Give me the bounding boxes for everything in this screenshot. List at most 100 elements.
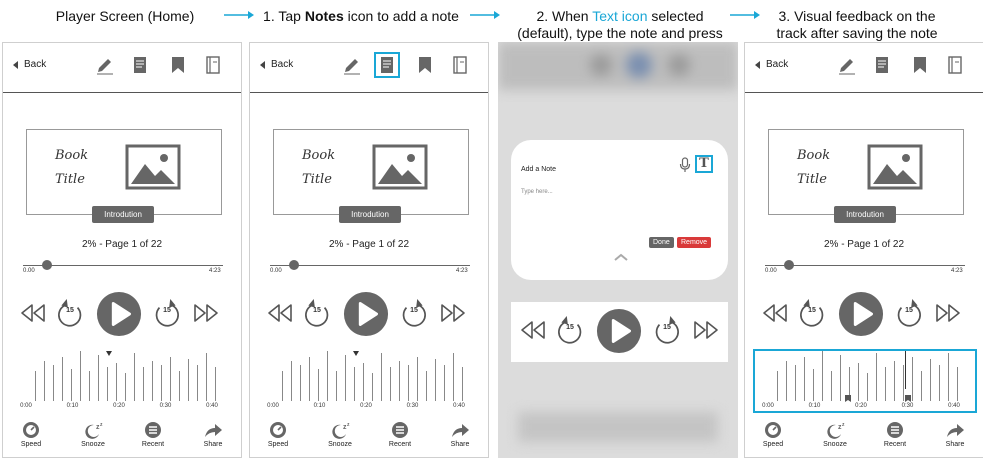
tab-share[interactable]: Share <box>193 421 233 448</box>
rewind-icon[interactable] <box>267 303 293 328</box>
share-icon <box>193 421 233 439</box>
notebook-icon[interactable] <box>203 55 223 75</box>
seek-bar[interactable] <box>23 265 223 266</box>
book-title-line1: Book <box>55 148 89 163</box>
skip-back-15-icon[interactable]: 15 <box>303 299 331 327</box>
timeline-label: 0:30 <box>901 403 914 409</box>
book-title-line2: Title <box>55 172 85 187</box>
pencil-icon[interactable] <box>95 55 115 75</box>
chapter-badge[interactable]: Introdution <box>92 206 154 223</box>
svg-text:z: z <box>100 422 103 428</box>
rewind-icon[interactable] <box>20 303 46 328</box>
timeline-labels: 0:00 0:10 0:20 0:30 0:40 <box>3 403 241 413</box>
track-tick <box>363 363 364 401</box>
step-1-suffix: icon to add a note <box>343 8 459 24</box>
book-cover: Book Title <box>26 129 222 215</box>
note-input[interactable]: Type here... <box>521 189 553 195</box>
playback-controls-strip: 15 15 <box>511 302 728 362</box>
tab-snooze[interactable]: z z Snooze <box>73 421 113 448</box>
skip-forward-15-icon[interactable]: 15 <box>653 316 681 344</box>
back-button[interactable]: Back <box>755 59 788 70</box>
skip-back-15-icon[interactable]: 15 <box>798 299 826 327</box>
notes-icon[interactable] <box>872 55 892 75</box>
tab-label: Snooze <box>328 441 352 448</box>
snooze-icon: zz <box>815 421 855 439</box>
back-label: Back <box>271 59 294 70</box>
tab-speed[interactable]: Speed <box>11 421 51 448</box>
seek-knob[interactable] <box>784 260 794 270</box>
notebook-icon[interactable] <box>450 55 470 75</box>
bottom-tab-bar: Speed z z Snooze Recent Share <box>250 421 488 457</box>
skip-forward-15-icon[interactable]: 15 <box>895 299 923 327</box>
total-time: 4:23 <box>456 268 468 274</box>
seek-bar[interactable] <box>765 265 965 266</box>
timeline-labels: 0:00 0:10 0:20 0:30 0:40 <box>250 403 488 413</box>
track-tick <box>134 353 135 401</box>
seek-bar[interactable] <box>270 265 470 266</box>
play-button[interactable] <box>343 291 389 342</box>
speedometer-icon <box>11 421 51 439</box>
tab-recent[interactable]: Recent <box>133 421 173 448</box>
tab-speed[interactable]: Speed <box>258 421 298 448</box>
skip-back-label: 15 <box>566 324 574 331</box>
rewind-icon[interactable] <box>520 320 546 345</box>
image-placeholder-icon <box>125 144 181 190</box>
track-tick <box>345 355 346 401</box>
seek-knob[interactable] <box>42 260 52 270</box>
play-button[interactable] <box>596 308 642 359</box>
tab-share[interactable]: Share <box>935 421 975 448</box>
pencil-icon[interactable] <box>837 55 857 75</box>
tab-speed[interactable]: Speed <box>753 421 793 448</box>
microphone-icon[interactable] <box>679 157 691 173</box>
remove-button[interactable]: Remove <box>677 237 712 248</box>
chapter-badge[interactable]: Introdution <box>834 206 896 223</box>
rewind-icon[interactable] <box>762 303 788 328</box>
track-tick <box>444 365 445 401</box>
fast-forward-icon[interactable] <box>693 320 719 345</box>
tab-snooze[interactable]: z z Snooze <box>320 421 360 448</box>
bookmark-icon[interactable] <box>168 55 188 75</box>
top-bar: Back <box>745 43 983 93</box>
track-tick <box>453 353 454 401</box>
track-tick <box>417 357 418 401</box>
seek-knob[interactable] <box>289 260 299 270</box>
tab-recent[interactable]: Recent <box>380 421 420 448</box>
play-button[interactable] <box>96 291 142 342</box>
tab-snooze[interactable]: z z Snooze <box>815 421 855 448</box>
track-tick <box>215 367 216 401</box>
book-title-line2: Title <box>302 172 332 187</box>
skip-forward-15-icon[interactable]: 15 <box>153 299 181 327</box>
chevron-up-icon[interactable] <box>614 253 628 261</box>
track-tick <box>408 365 409 401</box>
notes-icon[interactable] <box>374 52 400 78</box>
skip-back-15-icon[interactable]: 15 <box>56 299 84 327</box>
track-tick <box>80 351 81 401</box>
timeline-label: 0:10 <box>313 403 326 409</box>
skip-back-15-icon[interactable]: 15 <box>556 316 584 344</box>
notebook-icon[interactable] <box>945 55 965 75</box>
tab-share[interactable]: Share <box>440 421 480 448</box>
pencil-icon[interactable] <box>342 55 362 75</box>
modal-title: Add a Note <box>521 166 557 173</box>
done-button[interactable]: Done <box>649 237 674 248</box>
back-button[interactable]: Back <box>260 59 293 70</box>
play-button[interactable] <box>838 291 884 342</box>
fast-forward-icon[interactable] <box>935 303 961 328</box>
skip-forward-label: 15 <box>663 324 671 331</box>
recent-icon <box>875 421 915 439</box>
timeline-label: 0:30 <box>406 403 419 409</box>
chapter-badge[interactable]: Introdution <box>339 206 401 223</box>
bookmark-icon[interactable] <box>910 55 930 75</box>
tab-recent[interactable]: Recent <box>875 421 915 448</box>
bookmark-icon[interactable] <box>415 55 435 75</box>
fast-forward-icon[interactable] <box>193 303 219 328</box>
phone-home: Back Book Title Introdution 2% - Page 1 of 2… <box>2 42 242 458</box>
track-tick <box>399 361 400 401</box>
skip-forward-15-icon[interactable]: 15 <box>400 299 428 327</box>
back-button[interactable]: Back <box>13 59 46 70</box>
fast-forward-icon[interactable] <box>440 303 466 328</box>
notes-icon[interactable] <box>130 55 150 75</box>
book-title: Book Title <box>302 144 335 192</box>
track-tick <box>282 371 283 401</box>
text-icon[interactable]: T <box>695 155 713 173</box>
